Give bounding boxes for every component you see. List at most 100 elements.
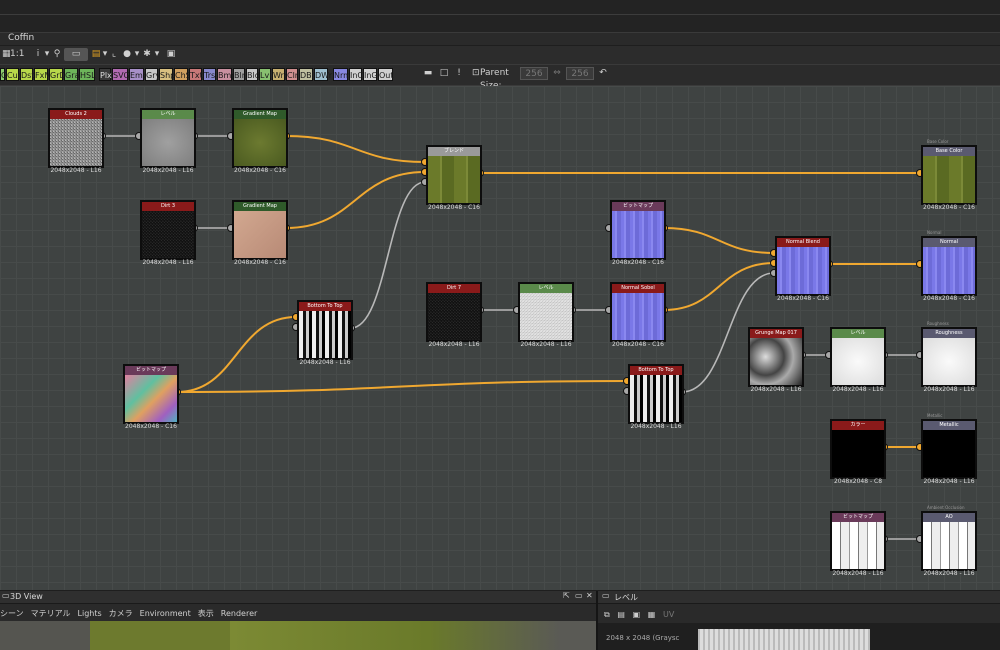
copy-icon[interactable]: ⧉ [604, 610, 610, 619]
node-chip-g[interactable]: G [0, 68, 7, 81]
parent-size-height-field[interactable]: 256 [566, 67, 594, 80]
comment-icon[interactable]: ▬ [422, 67, 434, 80]
graph-node[interactable]: ビットマップ [123, 364, 179, 424]
image-icon[interactable]: ▣ [166, 48, 176, 61]
graph-node[interactable]: レベル [830, 327, 886, 387]
node-chip-bmp[interactable]: Bmp [217, 68, 236, 81]
image-icon[interactable]: ▣ [633, 610, 641, 619]
graph-node[interactable]: Bottom To Top [628, 364, 684, 424]
3d-menu-item[interactable]: Lights [78, 609, 102, 618]
node-chip-out[interactable]: Out [378, 68, 394, 81]
graph-node[interactable]: ブレンド [426, 145, 482, 205]
node-chip-clr[interactable]: Clr [286, 68, 298, 81]
graph-node[interactable]: Clouds 2 [48, 108, 104, 168]
node-chip-dwr[interactable]: DWr [314, 68, 332, 81]
frame-icon[interactable]: □ [438, 67, 450, 80]
graph-node[interactable]: Roughness [921, 327, 977, 387]
dropdown-icon[interactable]: ▾ [102, 48, 108, 61]
3d-menu-item[interactable]: Environment [140, 609, 191, 618]
node-chip-inc[interactable]: InC [349, 68, 363, 81]
node-chip-ing[interactable]: InG [363, 68, 378, 81]
3d-menu-item[interactable]: カメラ [109, 609, 133, 618]
grid-icon[interactable]: ▦ [648, 610, 656, 619]
graph-canvas[interactable]: Clouds 2 2048x2048 - L16 レベル 2048x2048 - L1… [0, 86, 1000, 590]
graph-node[interactable]: ビットマップ [610, 200, 666, 260]
graph-node[interactable]: AO [921, 511, 977, 571]
graph-node[interactable]: Grunge Map 017 [748, 327, 804, 387]
node-chip-nrm[interactable]: Nrm [333, 68, 351, 81]
graph-node[interactable]: Base Color [921, 145, 977, 205]
graph-node[interactable]: Normal Blend [775, 236, 831, 296]
connection-wire[interactable] [663, 227, 775, 254]
connection-wire[interactable] [285, 135, 426, 163]
graph-node[interactable]: Dirt 3 [140, 200, 196, 260]
graph-node[interactable]: ビットマップ [830, 511, 886, 571]
graph-node[interactable]: カラー [830, 419, 886, 479]
dropdown-icon[interactable]: ▾ [134, 48, 140, 61]
node-chip-svg[interactable]: SVG [112, 68, 130, 81]
node-chip-wrp[interactable]: Wrp [272, 68, 289, 81]
node-chip-txt[interactable]: Txt [189, 68, 203, 81]
3d-menu-item[interactable]: Renderer [221, 609, 258, 618]
node-size-label: 2048x2048 - L16 [923, 386, 975, 393]
gear-icon[interactable]: ✱ [142, 48, 152, 61]
info-icon[interactable]: i [34, 48, 42, 61]
graph-node[interactable]: Normal [921, 236, 977, 296]
graph-node[interactable]: Metallic [921, 419, 977, 479]
node-chip-shp[interactable]: Shp [159, 68, 175, 81]
pin-icon[interactable]: ! [455, 67, 463, 80]
close-icon[interactable]: ✕ [586, 591, 593, 600]
node-thumbnail [50, 119, 102, 166]
dropdown-icon[interactable]: ▾ [44, 48, 50, 61]
grid-icon[interactable]: ▤ [90, 48, 102, 61]
connection-wire[interactable] [663, 262, 775, 311]
node-chip-chs[interactable]: ChS [174, 68, 191, 81]
node-chip-dbl[interactable]: DBl [299, 68, 314, 81]
frame-toggle[interactable]: ▭ [64, 48, 88, 61]
node-chip-blr[interactable]: Blr [233, 68, 245, 81]
graph-node[interactable]: Gradient Map [232, 200, 288, 260]
undock-icon[interactable]: ⇱ [563, 591, 570, 600]
node-chip-hsl[interactable]: HSL [79, 68, 96, 81]
node-chip-trs[interactable]: Trs [203, 68, 216, 81]
level-preview-area[interactable]: 2048 x 2048 (Graysc [598, 623, 1000, 650]
node-chip-bld[interactable]: Bld [246, 68, 260, 81]
3d-menu-item[interactable]: マテリアル [31, 609, 71, 618]
float-icon[interactable]: ▭ [575, 591, 583, 600]
graph-node[interactable]: Gradient Map [232, 108, 288, 168]
node-chip-gry[interactable]: Gry [145, 68, 160, 81]
3d-viewport[interactable] [0, 621, 596, 650]
node-chip-dst[interactable]: Dst [20, 68, 34, 81]
zoom-1-1-button[interactable]: 1:1 [10, 48, 24, 61]
node-chip-plx[interactable]: Plx [99, 68, 112, 81]
graph-node[interactable]: Normal Sobel [610, 282, 666, 342]
node-chip-grd[interactable]: GrD [49, 68, 66, 81]
3d-menu-item[interactable]: 表示 [198, 609, 214, 618]
graph-node[interactable]: レベル [140, 108, 196, 168]
node-size-label: 2048x2048 - L16 [923, 478, 975, 485]
3d-menu-item[interactable]: シーン [0, 609, 24, 618]
level-preview-image [698, 629, 870, 650]
search-icon[interactable]: ⚲ [52, 48, 62, 61]
link-icon[interactable]: ⇔ [552, 67, 562, 80]
uv-dropdown[interactable]: UV [663, 610, 674, 619]
node-chip-fxm[interactable]: FxM [34, 68, 51, 81]
node-chip-cur[interactable]: Cur [6, 68, 21, 81]
parent-size-label: Parent Size: [480, 68, 509, 91]
node-chip-gra[interactable]: Gra [64, 68, 79, 81]
graph-node[interactable]: Dirt 7 [426, 282, 482, 342]
node-chip-lvl[interactable]: Lvl [259, 68, 271, 81]
bomb-icon[interactable]: ● [122, 48, 132, 61]
save-icon[interactable]: ▤ [617, 610, 625, 619]
graph-node[interactable]: レベル [518, 282, 574, 342]
align-icon[interactable]: ⌞ [110, 48, 118, 61]
graph-node[interactable]: Bottom To Top [297, 300, 353, 360]
connection-wire[interactable] [176, 316, 297, 393]
parent-size-width-field[interactable]: 256 [520, 67, 548, 80]
node-chip-emb[interactable]: Emb [129, 68, 148, 81]
connection-wire[interactable] [176, 380, 628, 393]
reset-icon[interactable]: ↶ [598, 67, 608, 80]
dropdown-icon[interactable]: ▾ [154, 48, 160, 61]
fit-icon[interactable]: ▦ [2, 48, 11, 61]
connection-wire[interactable] [285, 171, 426, 229]
